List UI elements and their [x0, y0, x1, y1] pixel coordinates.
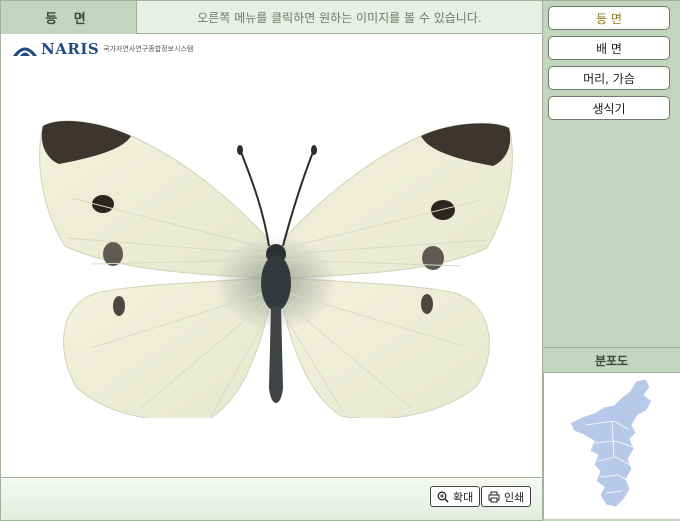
butterfly-specimen-image: [39, 120, 513, 418]
menu-item-ventral[interactable]: 배 면: [548, 36, 670, 60]
naris-logo-mark-icon: [13, 47, 37, 56]
menu-item-genitalia[interactable]: 생식기: [548, 96, 670, 120]
menu-item-head-thorax[interactable]: 머리, 가슴: [548, 66, 670, 90]
print-button[interactable]: 인쇄: [481, 486, 532, 507]
logo-name: NARIS: [41, 40, 100, 58]
magnifier-icon: [437, 491, 449, 503]
printer-icon: [488, 491, 500, 502]
menu-item-dorsal[interactable]: 등 면: [548, 6, 670, 30]
bottom-toolbar: 확대 인쇄: [1, 477, 542, 520]
naris-logo: NARIS 국가자연사연구종합정보시스템: [11, 40, 201, 58]
app-frame: 등 면 오른쪽 메뉴를 클릭하면 원하는 이미지를 볼 수 있습니다. NARI…: [0, 0, 680, 521]
view-menu: 등 면 배 면 머리, 가슴 생식기: [548, 6, 674, 126]
zoom-button[interactable]: 확대: [430, 486, 481, 507]
distribution-title: 분포도: [543, 347, 680, 373]
print-label: 인쇄: [504, 490, 525, 504]
side-panel: 등 면 배 면 머리, 가슴 생식기 분포도: [543, 0, 680, 521]
korea-map-icon: [569, 378, 653, 508]
zoom-label: 확대: [453, 490, 474, 504]
distribution-map[interactable]: [543, 373, 680, 519]
image-viewer[interactable]: NARIS 국가자연사연구종합정보시스템: [1, 34, 542, 477]
specimen-panel: 등 면 오른쪽 메뉴를 클릭하면 원하는 이미지를 볼 수 있습니다. NARI…: [0, 0, 543, 521]
top-bar: 등 면 오른쪽 메뉴를 클릭하면 원하는 이미지를 볼 수 있습니다.: [1, 1, 542, 34]
instruction-text: 오른쪽 메뉴를 클릭하면 원하는 이미지를 볼 수 있습니다.: [137, 1, 542, 33]
logo-subtitle: 국가자연사연구종합정보시스템: [103, 45, 194, 53]
view-title: 등 면: [1, 1, 137, 34]
